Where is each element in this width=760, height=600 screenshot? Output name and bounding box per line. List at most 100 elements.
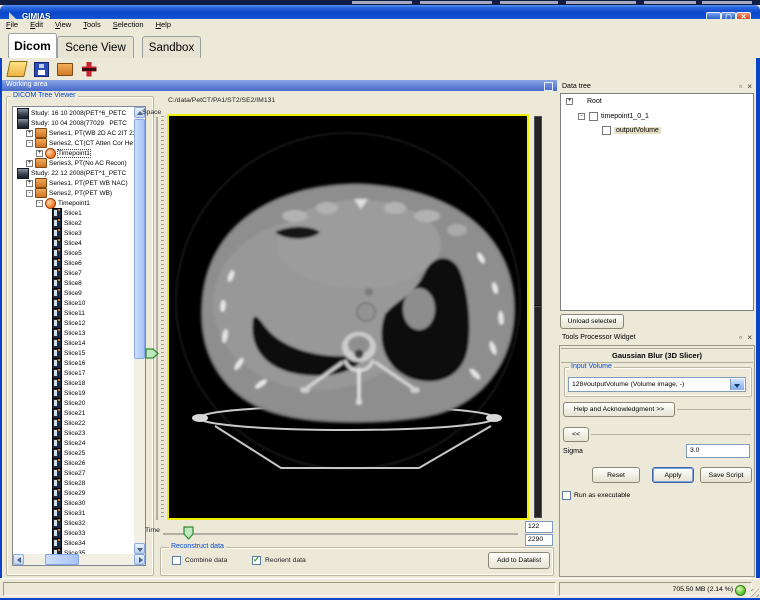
tree-slice-row[interactable]: Slice21 — [14, 408, 135, 418]
tree-slice-row[interactable]: Slice23 — [14, 428, 135, 438]
tree-hscrollbar[interactable] — [13, 554, 145, 565]
node-checkbox[interactable] — [589, 112, 598, 121]
menu-file[interactable]: File — [0, 19, 24, 31]
tree-node-row[interactable]: -Series2, PT(PET WB) — [14, 188, 135, 198]
tree-slice-row[interactable]: Slice6 — [14, 258, 135, 268]
window-value-field[interactable]: 2290 — [525, 534, 553, 546]
working-area-header[interactable]: Working area — [2, 80, 557, 91]
tree-slice-row[interactable]: Slice28 — [14, 478, 135, 488]
tree-slice-row[interactable]: Slice20 — [14, 398, 135, 408]
input-volume-combobox[interactable]: 128#outputVolume (Volume image, -) — [568, 377, 746, 392]
tree-slice-row[interactable]: Slice34 — [14, 538, 135, 548]
tree-slice-row[interactable]: Slice27 — [14, 468, 135, 478]
tab-sandbox[interactable]: Sandbox — [142, 36, 201, 58]
run-executable-checkbox[interactable] — [562, 491, 571, 500]
expand-icon[interactable]: + — [26, 160, 33, 167]
tab-scene-view[interactable]: Scene View — [57, 36, 134, 58]
tree-node-row[interactable]: -Timepoint1 — [14, 198, 135, 208]
space-slider-handle[interactable] — [145, 348, 159, 359]
tree-slice-row[interactable]: Slice22 — [14, 418, 135, 428]
title-bar[interactable]: GIMIAS _ ▢ ✕ — [0, 5, 760, 19]
expand-icon[interactable]: + — [26, 180, 33, 187]
tree-slice-row[interactable]: Slice11 — [14, 308, 135, 318]
level-value-field[interactable]: 122 — [525, 521, 553, 533]
close-panel-icon[interactable]: × — [747, 333, 752, 343]
tree-slice-row[interactable]: Slice2 — [14, 218, 135, 228]
expand-icon[interactable]: + — [26, 130, 33, 137]
time-slider[interactable] — [163, 533, 518, 535]
tree-slice-row[interactable]: Slice12 — [14, 318, 135, 328]
scroll-right-icon[interactable] — [134, 554, 145, 565]
data-tree-node-row[interactable]: - timepoint1_0_1 — [578, 112, 649, 121]
save-button[interactable] — [32, 60, 50, 78]
expand-icon[interactable]: - — [26, 140, 33, 147]
tree-slice-row[interactable]: Slice5 — [14, 248, 135, 258]
expand-icon[interactable]: + — [36, 150, 43, 157]
tree-node-row[interactable]: Study: 10 04 2008(77029 PETC — [14, 118, 135, 128]
scroll-down-icon[interactable] — [134, 543, 145, 554]
tree-slice-row[interactable]: Slice17 — [14, 368, 135, 378]
menu-view[interactable]: View — [49, 19, 77, 31]
save-script-button[interactable]: Save Script — [700, 467, 752, 483]
node-checkbox[interactable] — [602, 126, 611, 135]
data-tree-root-row[interactable]: + Root — [566, 98, 602, 105]
data-tree-view[interactable]: + Root - timepoint1_0_1 outputVolume — [560, 93, 754, 311]
resize-grip[interactable] — [751, 589, 759, 597]
expand-icon[interactable]: - — [26, 190, 33, 197]
close-panel-icon[interactable]: × — [747, 82, 752, 92]
import-folder-button[interactable] — [56, 60, 74, 78]
space-slider[interactable] — [156, 117, 158, 520]
chevron-down-icon[interactable] — [730, 379, 744, 390]
tree-node-row[interactable]: +Series1, PT(PET WB NAC) — [14, 178, 135, 188]
menu-tools[interactable]: Tools — [77, 19, 107, 31]
float-panel-icon[interactable]: ▫ — [739, 333, 742, 343]
tab-dicom[interactable]: Dicom — [8, 33, 57, 58]
dicom-tree-list[interactable]: Study: 16 10 2008(PET^6_PETCStudy: 10 04… — [12, 106, 146, 566]
tree-node-row[interactable]: +Series1, PT(WB 2D AC 2IT 21 — [14, 128, 135, 138]
scroll-left-icon[interactable] — [13, 554, 24, 565]
tree-hscroll-thumb[interactable] — [45, 554, 79, 565]
data-tree-header[interactable]: Data tree ▫ × — [559, 82, 756, 93]
tree-slice-row[interactable]: Slice13 — [14, 328, 135, 338]
float-panel-icon[interactable]: ▫ — [739, 82, 742, 92]
tree-slice-row[interactable]: Slice30 — [14, 498, 135, 508]
reset-button[interactable]: Reset — [592, 467, 640, 483]
tree-slice-row[interactable]: Slice19 — [14, 388, 135, 398]
tools-panel-header[interactable]: Tools Processor Widget ▫ × — [559, 333, 756, 344]
tree-slice-row[interactable]: Slice31 — [14, 508, 135, 518]
ct-viewport[interactable] — [167, 114, 529, 520]
tree-node-row[interactable]: +Timepoint1 — [14, 148, 135, 158]
expand-icon[interactable]: - — [36, 200, 43, 207]
expand-icon[interactable]: - — [578, 113, 585, 120]
tree-slice-row[interactable]: Slice4 — [14, 238, 135, 248]
tree-slice-row[interactable]: Slice7 — [14, 268, 135, 278]
tree-vscroll-thumb[interactable] — [134, 119, 145, 359]
tree-slice-row[interactable]: Slice33 — [14, 528, 135, 538]
apply-button[interactable]: Apply — [652, 467, 694, 483]
tree-slice-row[interactable]: Slice24 — [14, 438, 135, 448]
combine-data-checkbox[interactable] — [172, 556, 181, 565]
open-folder-button[interactable] — [8, 60, 26, 78]
menu-selection[interactable]: Selection — [107, 19, 150, 31]
tree-slice-row[interactable]: Slice14 — [14, 338, 135, 348]
sigma-field[interactable]: 3.0 — [686, 444, 750, 458]
tree-slice-row[interactable]: Slice29 — [14, 488, 135, 498]
tree-slice-row[interactable]: Slice15 — [14, 348, 135, 358]
collapse-button[interactable]: << — [563, 427, 589, 442]
unload-selected-button[interactable]: Unload selected — [560, 314, 624, 329]
tree-slice-row[interactable]: Slice32 — [14, 518, 135, 528]
expand-icon[interactable]: + — [566, 98, 573, 105]
tree-node-row[interactable]: -Series2, CT(CT Atten Cor He — [14, 138, 135, 148]
tree-slice-row[interactable]: Slice18 — [14, 378, 135, 388]
tree-slice-row[interactable]: Slice1 — [14, 208, 135, 218]
data-tree-node-row[interactable]: outputVolume — [602, 126, 661, 135]
tree-slice-row[interactable]: Slice8 — [14, 278, 135, 288]
dicom-button[interactable] — [80, 60, 98, 78]
reorient-data-checkbox[interactable] — [252, 556, 261, 565]
menu-edit[interactable]: Edit — [24, 19, 49, 31]
tree-vscrollbar[interactable] — [134, 107, 145, 554]
tree-slice-row[interactable]: Slice3 — [14, 228, 135, 238]
working-area-float-icon[interactable] — [544, 82, 553, 91]
tree-slice-row[interactable]: Slice10 — [14, 298, 135, 308]
tree-slice-row[interactable]: Slice26 — [14, 458, 135, 468]
